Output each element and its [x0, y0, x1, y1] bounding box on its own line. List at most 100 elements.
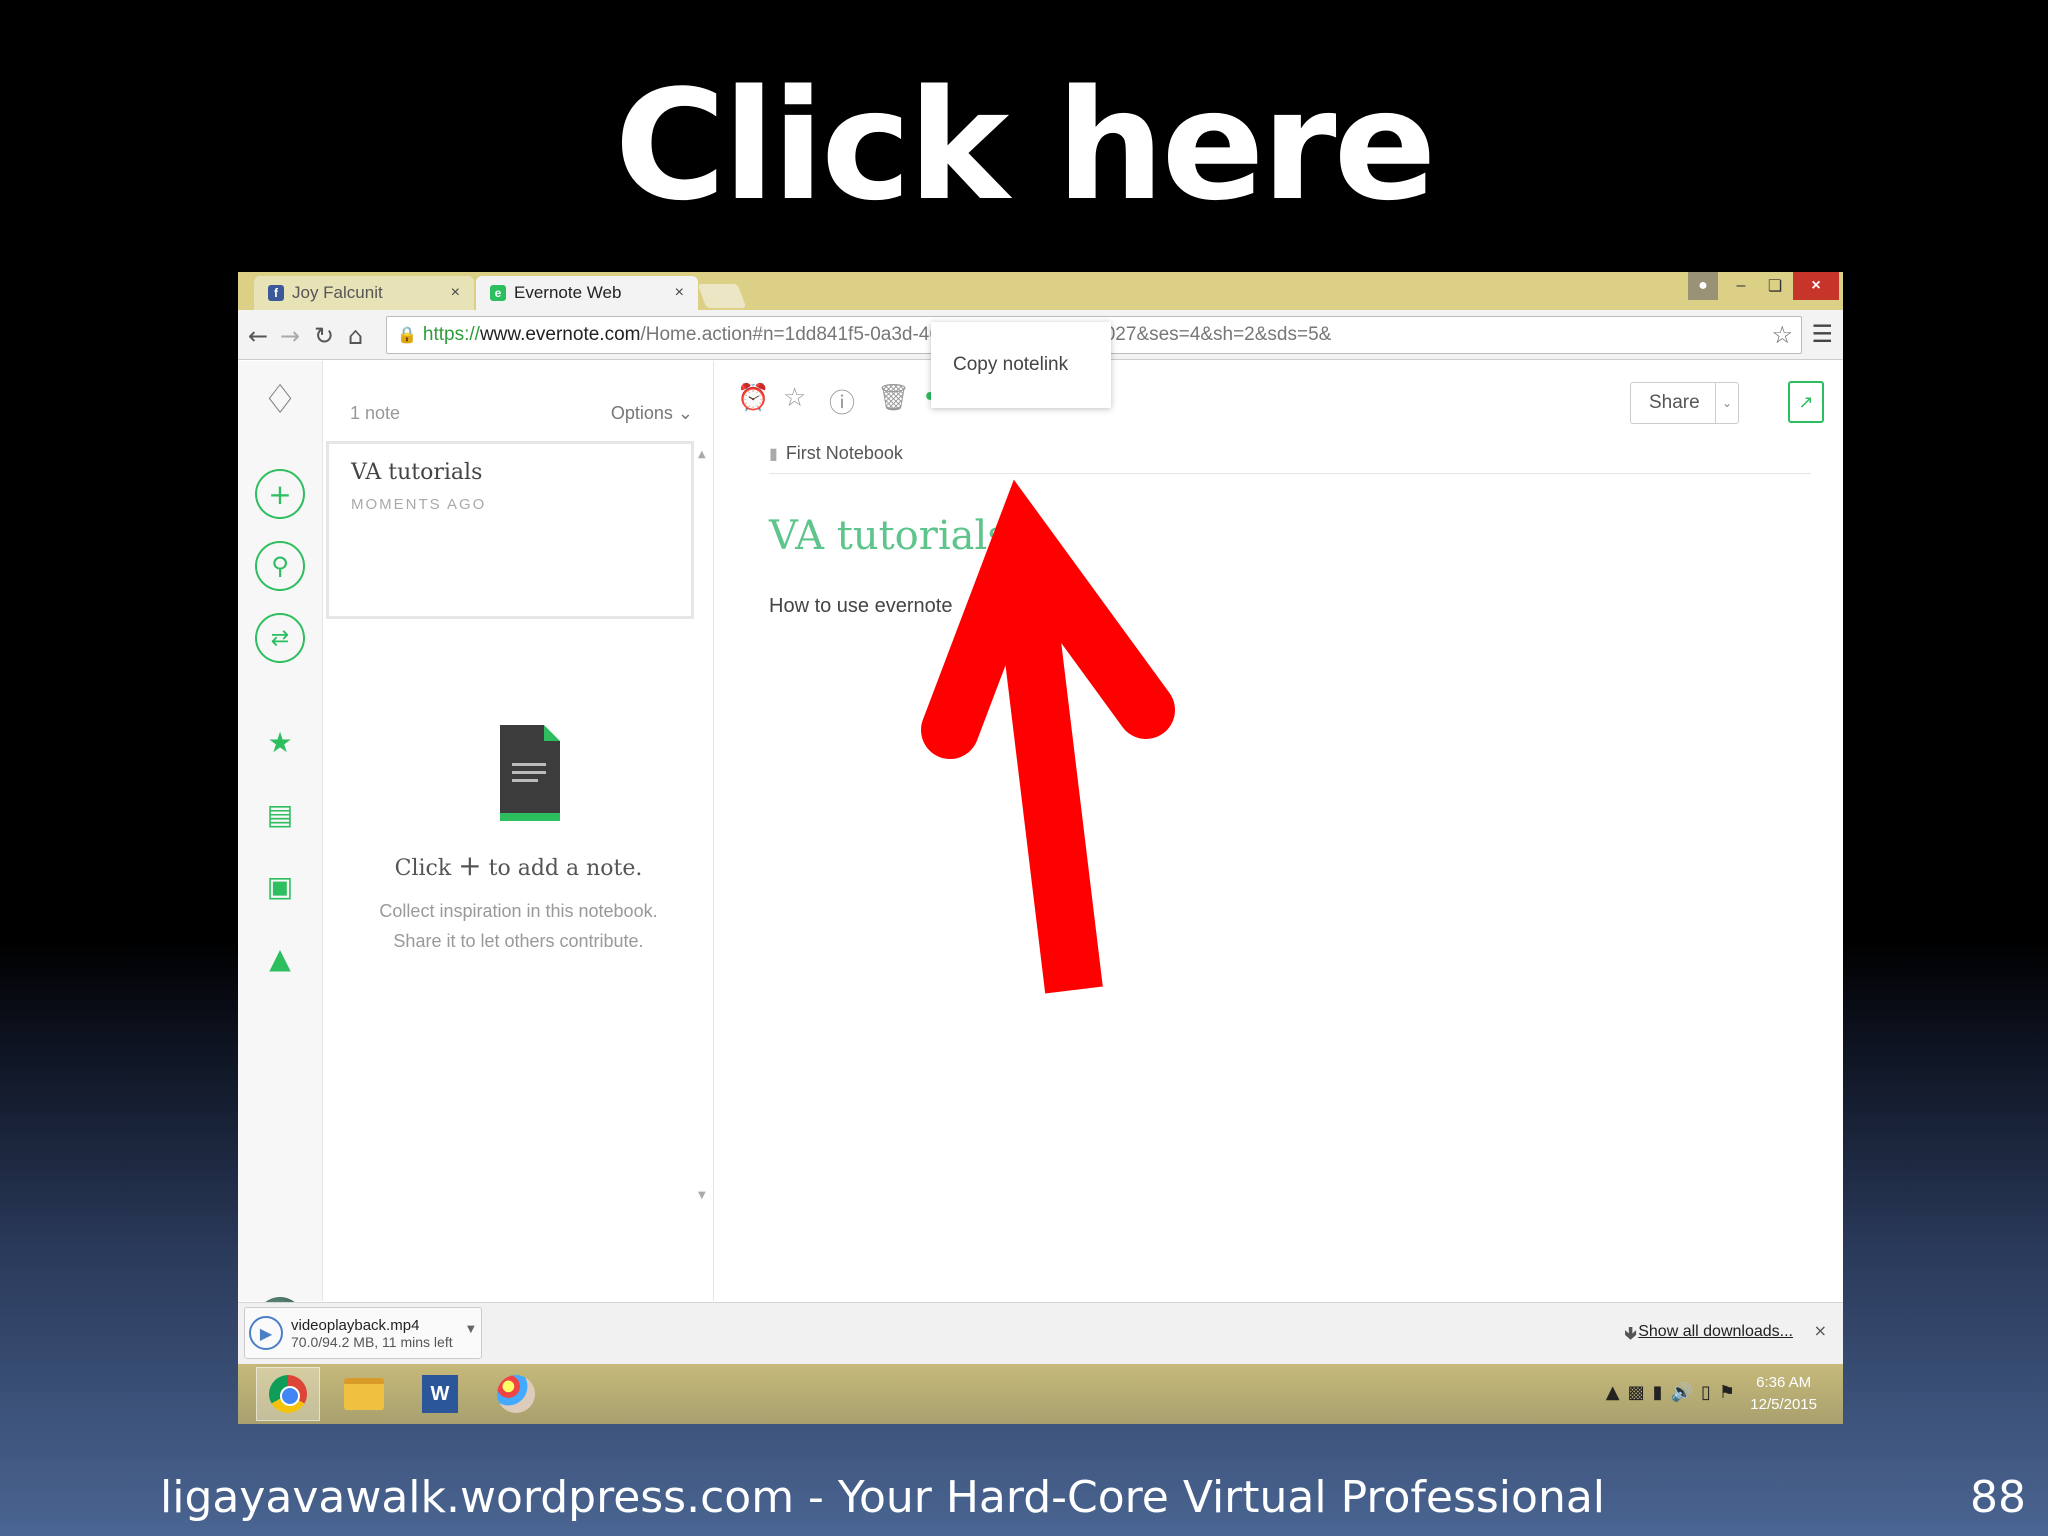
back-icon[interactable]: ←	[248, 322, 268, 350]
video-file-icon: ▶	[249, 1316, 283, 1350]
work-chat-icon[interactable]: ⇄	[255, 613, 305, 663]
plus-icon: +	[458, 849, 482, 882]
slide-title: Click here	[614, 57, 1436, 234]
notebook-icon: ▮	[769, 445, 778, 463]
url-host: www.evernote.com	[479, 324, 641, 345]
options-label: Options	[610, 403, 673, 423]
browser-tab-strip: f Joy Falcunit × e Evernote Web × ● – ❏ …	[238, 272, 1843, 310]
note-title[interactable]: VA tutorials	[769, 513, 1008, 559]
chevron-down-icon[interactable]: ⌄	[1715, 383, 1738, 423]
evernote-icon: e	[490, 285, 506, 301]
tab-close-icon[interactable]: ×	[675, 284, 684, 302]
word-taskbar-button[interactable]: W	[408, 1367, 472, 1421]
new-note-icon[interactable]: +	[255, 469, 305, 519]
forward-icon[interactable]: →	[280, 322, 300, 350]
shortcut-star-icon[interactable]: ☆	[783, 383, 806, 413]
empty-state-title: Click + to add a note.	[324, 849, 713, 882]
system-clock[interactable]: 6:36 AM 12/5/2015	[1750, 1372, 1817, 1416]
tab-label: Evernote Web	[514, 283, 622, 302]
notebook-selector[interactable]: ▮ First Notebook	[769, 443, 903, 464]
options-dropdown[interactable]: Options ⌄	[611, 403, 693, 424]
scroll-up-icon[interactable]: ▲	[698, 449, 706, 460]
copy-notelink-menu-item[interactable]: Copy notelink	[931, 322, 1111, 408]
note-card-time: MOMENTS AGO	[351, 496, 487, 513]
tags-icon[interactable]: ▲	[255, 933, 305, 983]
evernote-logo-icon[interactable]: ♢	[255, 375, 305, 425]
minimize-button[interactable]: –	[1726, 272, 1756, 300]
bookmark-star-icon[interactable]: ☆	[1771, 321, 1793, 350]
notebook-name: First Notebook	[785, 443, 903, 463]
signal-icon[interactable]: ▮	[1653, 1382, 1671, 1403]
downloads-bar: ▶ videoplayback.mp4 70.0/94.2 MB, 11 min…	[238, 1302, 1843, 1364]
reload-icon[interactable]: ↻	[314, 322, 334, 350]
share-label: Share	[1649, 392, 1700, 413]
chrome-icon	[269, 1375, 307, 1413]
close-icon[interactable]: ×	[1814, 1321, 1827, 1340]
clock-time: 6:36 AM	[1756, 1374, 1812, 1391]
paint-taskbar-button[interactable]	[484, 1367, 548, 1421]
new-tab-button[interactable]	[697, 284, 747, 308]
empty-state-line2: Share it to let others contribute.	[393, 931, 644, 951]
chevron-down-icon[interactable]: ▼	[467, 1324, 475, 1335]
empty-note-line	[512, 763, 546, 766]
tab-label: Joy Falcunit	[292, 283, 383, 302]
download-item[interactable]: ▶ videoplayback.mp4 70.0/94.2 MB, 11 min…	[244, 1307, 482, 1359]
clock-date: 12/5/2015	[1750, 1396, 1817, 1413]
note-count: 1 note	[350, 403, 401, 423]
notebooks-icon[interactable]: ▣	[255, 861, 305, 911]
copy-notelink-label: Copy notelink	[953, 354, 1069, 375]
empty-title-suffix: to add a note.	[488, 856, 643, 881]
note-editor: ⏰ ☆ ⓘ 🗑 ••• Share ⌄ ↗ ▮ First Notebook V…	[715, 361, 1843, 1301]
system-tray: ▲▩▮🔊▯⚑	[1606, 1382, 1743, 1403]
battery-icon[interactable]: ▯	[1701, 1382, 1719, 1403]
note-card-title: VA tutorials	[351, 460, 483, 485]
url-scheme: https://	[422, 324, 480, 345]
page-number: 88	[1970, 1472, 2026, 1523]
expand-icon[interactable]: ↗	[1788, 381, 1824, 423]
note-list-scrollbar[interactable]: ▲ ▼	[698, 449, 710, 1201]
empty-title-prefix: Click	[394, 856, 452, 881]
chevron-down-icon: ⌄	[677, 403, 693, 423]
tab-evernote-web[interactable]: e Evernote Web ×	[476, 276, 698, 310]
home-icon[interactable]: ⌂	[348, 322, 363, 350]
word-icon: W	[422, 1375, 458, 1413]
slide-footer: ligayavawalk.wordpress.com - Your Hard-C…	[160, 1472, 1606, 1523]
user-icon[interactable]: ●	[1688, 272, 1718, 300]
note-body[interactable]: How to use evernote	[769, 595, 952, 618]
paint-icon	[497, 1375, 535, 1413]
windows-taskbar: W ▲▩▮🔊▯⚑ 6:36 AM 12/5/2015	[238, 1364, 1843, 1424]
notes-icon[interactable]: ▤	[255, 789, 305, 839]
empty-note-line	[512, 779, 538, 782]
note-card[interactable]: VA tutorials MOMENTS AGO	[326, 441, 694, 619]
trash-icon[interactable]: 🗑	[877, 383, 910, 413]
tab-joy-falcunit[interactable]: f Joy Falcunit ×	[254, 276, 474, 310]
window-close-button[interactable]: ×	[1793, 272, 1839, 300]
download-arrow-icon: 🢃	[1624, 1323, 1637, 1344]
menu-icon[interactable]: ☰	[1811, 320, 1833, 348]
lock-icon: 🔒	[397, 327, 417, 344]
restore-button[interactable]: ❏	[1760, 272, 1790, 300]
show-all-downloads-link[interactable]: Show all downloads...	[1638, 1323, 1793, 1341]
reminder-alarm-icon[interactable]: ⏰	[737, 383, 769, 413]
download-file-name: videoplayback.mp4	[291, 1316, 420, 1334]
scroll-down-icon[interactable]: ▼	[698, 1190, 706, 1201]
tray-expand-icon[interactable]: ▲	[1606, 1382, 1628, 1403]
explorer-taskbar-button[interactable]	[332, 1367, 396, 1421]
editor-divider	[769, 473, 1811, 474]
browser-screenshot: f Joy Falcunit × e Evernote Web × ● – ❏ …	[238, 272, 1843, 1424]
volume-icon[interactable]: 🔊	[1671, 1382, 1701, 1403]
chrome-taskbar-button[interactable]	[256, 1367, 320, 1421]
flag-icon[interactable]: ⚑	[1719, 1382, 1743, 1403]
empty-state-line1: Collect inspiration in this notebook.	[379, 901, 658, 921]
info-icon[interactable]: ⓘ	[829, 383, 855, 420]
folder-icon	[344, 1378, 384, 1410]
evernote-sidebar: ♢ + ⚲ ⇄ ★ ▤ ▣ ▲ L	[238, 361, 323, 1345]
facebook-icon: f	[268, 285, 284, 301]
empty-note-icon	[500, 725, 560, 821]
network-icon[interactable]: ▩	[1628, 1382, 1653, 1403]
tab-close-icon[interactable]: ×	[451, 284, 460, 302]
shortcuts-star-icon[interactable]: ★	[255, 717, 305, 767]
empty-note-line	[512, 771, 546, 774]
share-button[interactable]: Share ⌄	[1630, 382, 1739, 424]
search-icon[interactable]: ⚲	[255, 541, 305, 591]
